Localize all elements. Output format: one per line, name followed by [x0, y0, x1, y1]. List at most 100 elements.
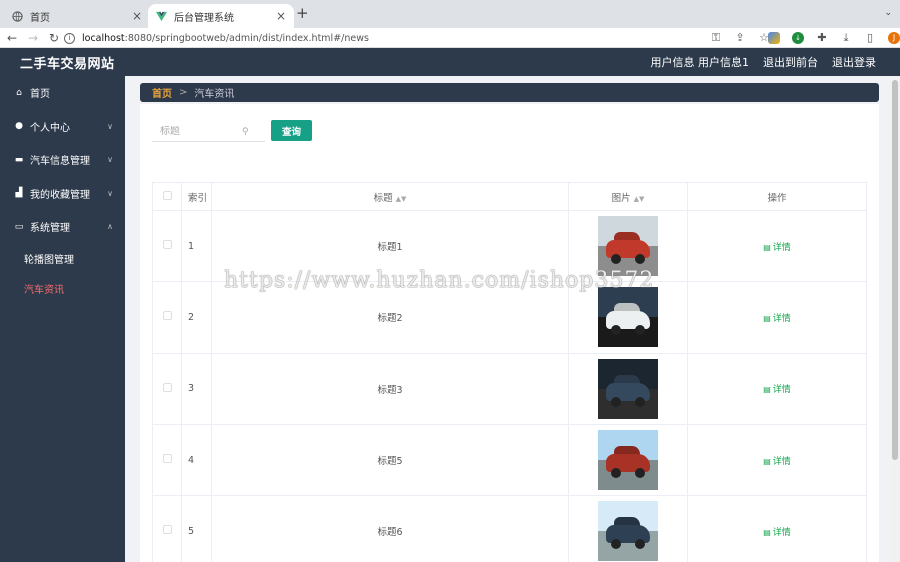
app-title: 二手车交易网站: [20, 56, 115, 72]
download-icon[interactable]: ⤓: [840, 32, 852, 44]
table-row: 1 标题1 ▤ 详情: [152, 209, 867, 283]
image-header[interactable]: 图片 ▲▼: [568, 182, 688, 211]
search-box: ⚲: [152, 122, 265, 142]
detail-button[interactable]: ▤ 详情: [763, 457, 791, 467]
query-button[interactable]: 查询: [271, 120, 312, 141]
sidebar-subitem-news[interactable]: 汽车资讯: [0, 274, 125, 304]
browser-tab-admin[interactable]: 后台管理系统 ×: [148, 4, 294, 28]
browser-tab-home[interactable]: 首页 ×: [4, 4, 150, 28]
row-image-cell: [568, 495, 688, 562]
chevron-down-icon: ∨: [107, 188, 113, 198]
reload-icon[interactable]: ↻: [45, 31, 63, 45]
forward-icon[interactable]: →: [24, 31, 42, 45]
index-header: 索引: [181, 182, 212, 211]
detail-button[interactable]: ▤ 详情: [763, 528, 791, 538]
car-image: [598, 287, 658, 348]
browser-toolbar: ← → ↻ i localhost:8080/springbootweb/adm…: [0, 28, 900, 48]
row-action-cell: ▤ 详情: [687, 423, 867, 497]
extension-icon[interactable]: [768, 32, 780, 44]
sidebar-item-label: 首页: [30, 89, 50, 101]
scrollbar-thumb[interactable]: [892, 80, 898, 460]
action-header: 操作: [687, 182, 867, 211]
row-title: 标题3: [211, 352, 569, 425]
header-links: 用户信息 用户信息1 退出到前台 退出登录: [637, 48, 877, 76]
breadcrumb-home[interactable]: 首页: [152, 85, 172, 100]
select-all-cell: [152, 182, 182, 211]
url-host: localhost: [82, 32, 125, 44]
chevron-down-icon: ∨: [107, 121, 113, 131]
chevron-down-icon[interactable]: ⌄: [884, 8, 892, 18]
user-icon: ●: [15, 121, 23, 132]
sidebar-item-label: 轮播图管理: [24, 255, 74, 266]
row-checkbox[interactable]: [162, 311, 172, 321]
puzzle-icon[interactable]: ✚: [816, 32, 828, 44]
exit-to-front-link[interactable]: 退出到前台: [763, 54, 818, 70]
row-checkbox[interactable]: [162, 525, 172, 535]
sidebar-item-label: 汽车资讯: [24, 285, 64, 296]
address-bar[interactable]: i localhost:8080/springbootweb/admin/dis…: [64, 30, 764, 46]
system-icon: ▭: [14, 221, 24, 232]
row-checkbox[interactable]: [162, 240, 172, 250]
row-action-cell: ▤ 详情: [687, 209, 867, 283]
row-select-cell: [152, 352, 182, 425]
chart-icon: ▟: [15, 188, 23, 199]
tab-title: 后台管理系统: [174, 12, 234, 24]
row-checkbox[interactable]: [162, 382, 172, 392]
car-image: [598, 216, 658, 277]
detail-label: 详情: [772, 385, 791, 396]
row-checkbox[interactable]: [162, 454, 172, 464]
user-info-link[interactable]: 用户信息 用户信息1: [651, 54, 750, 70]
sidebar-item-personal[interactable]: ● 个人中心 ∨: [0, 110, 125, 144]
row-index: 2: [181, 281, 212, 354]
row-index: 1: [181, 209, 212, 283]
news-table: 索引 标题 ▲▼ 图片 ▲▼ 操作 1 标题1 ▤ 详情 2 标题2 ▤ 详情 3 标题3 ▤ 详情 4 标题…: [152, 182, 867, 562]
info-icon[interactable]: i: [64, 32, 75, 44]
close-icon[interactable]: ×: [132, 9, 142, 23]
row-action-cell: ▤ 详情: [687, 495, 867, 562]
select-all-checkbox[interactable]: [162, 190, 172, 200]
close-icon[interactable]: ×: [276, 9, 286, 23]
logout-link[interactable]: 退出登录: [832, 54, 876, 70]
row-select-cell: [152, 281, 182, 354]
document-icon: ▤: [763, 242, 771, 252]
document-icon: ▤: [763, 527, 771, 537]
sidepanel-icon[interactable]: ▯: [864, 32, 876, 44]
title-header[interactable]: 标题 ▲▼: [211, 182, 569, 211]
page-scrollbar[interactable]: [890, 76, 900, 562]
sidebar-item-car-info[interactable]: ▬ 汽车信息管理 ∨: [0, 143, 125, 177]
detail-button[interactable]: ▤ 详情: [763, 385, 791, 395]
sidebar-item-favorites[interactable]: ▟ 我的收藏管理 ∨: [0, 177, 125, 211]
profile-avatar[interactable]: J: [888, 32, 900, 44]
monitor-icon: ▬: [14, 154, 24, 165]
detail-button[interactable]: ▤ 详情: [763, 243, 791, 253]
row-image-cell: [568, 281, 688, 354]
table-header-row: 索引 标题 ▲▼ 图片 ▲▼ 操作: [152, 182, 867, 211]
image-header-label: 图片: [611, 192, 631, 204]
table-row: 2 标题2 ▤ 详情: [152, 281, 867, 354]
share-icon[interactable]: ⇪: [734, 32, 746, 44]
document-icon: ▤: [763, 385, 771, 395]
sidebar-subitem-carousel[interactable]: 轮播图管理: [0, 244, 125, 274]
sort-icon[interactable]: ▲▼: [634, 195, 645, 203]
sidebar-item-home[interactable]: ⌂ 首页: [0, 76, 125, 110]
row-index: 5: [181, 495, 212, 562]
sidebar-item-label: 汽车信息管理: [30, 156, 90, 168]
sidebar-item-system[interactable]: ▭ 系统管理 ∧: [0, 210, 125, 244]
sidebar-item-label: 系统管理: [30, 223, 70, 235]
key-icon[interactable]: ⚿: [710, 32, 722, 44]
extension-icon[interactable]: ↓: [792, 32, 804, 44]
row-select-cell: [152, 495, 182, 562]
new-tab-icon[interactable]: +: [296, 4, 309, 22]
car-image: [598, 430, 658, 491]
sidebar-item-label: 个人中心: [30, 122, 70, 134]
row-title: 标题1: [211, 209, 569, 283]
detail-button[interactable]: ▤ 详情: [763, 314, 791, 324]
chevron-up-icon: ∧: [107, 222, 113, 232]
title-search-input[interactable]: [152, 126, 242, 137]
document-icon: ▤: [763, 456, 771, 466]
tab-title: 首页: [30, 12, 50, 24]
sort-icon[interactable]: ▲▼: [396, 195, 407, 203]
detail-label: 详情: [772, 313, 791, 324]
sidebar: ⌂ 首页 ● 个人中心 ∨ ▬ 汽车信息管理 ∨ ▟ 我的收藏管理 ∨ ▭ 系统…: [0, 76, 125, 562]
back-icon[interactable]: ←: [3, 31, 21, 45]
